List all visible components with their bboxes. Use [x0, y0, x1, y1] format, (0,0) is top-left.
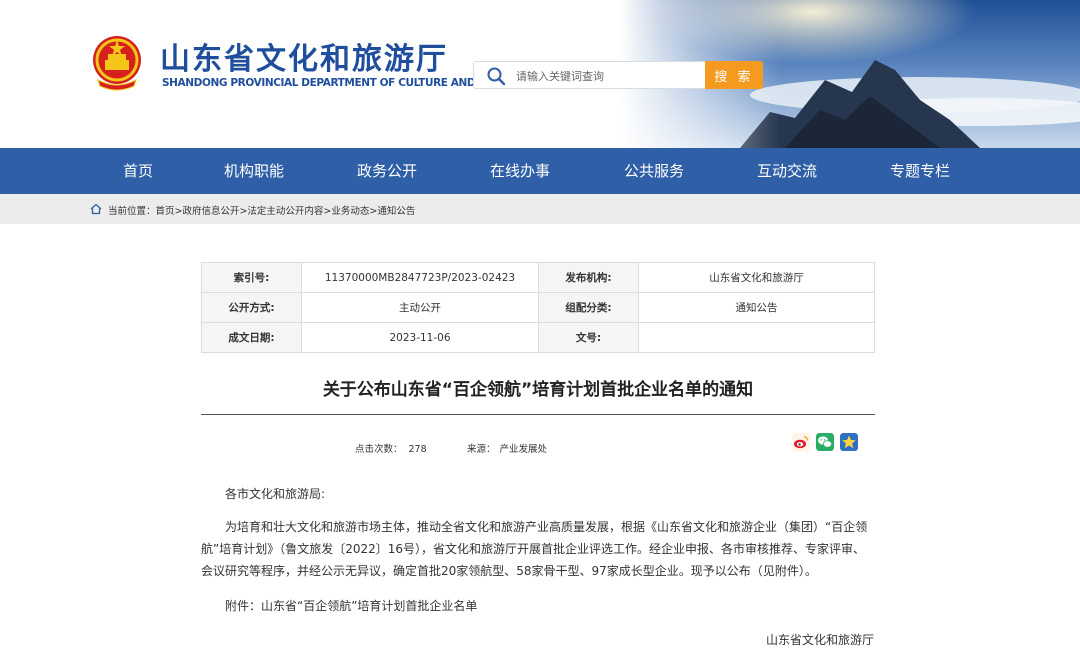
source-value: 产业发展处	[499, 444, 548, 455]
click-count: 点击次数： 278	[355, 441, 427, 455]
site-header: 山东省文化和旅游厅 SHANDONG PROVINCIAL DEPARTMENT…	[0, 0, 1080, 148]
docno-label: 文号:	[538, 322, 639, 353]
article-title: 关于公布山东省“百企领航”培育计划首批企业名单的通知	[322, 380, 754, 400]
emblem-icon	[93, 36, 141, 91]
breadcrumb: 当前位置：首页>政府信息公开>法定主动公开内容>业务动态>通知公告	[0, 194, 1080, 224]
attachment: 附件：山东省“百企领航”培育计划首批企业名单	[201, 595, 875, 617]
table-row: 索引号: 11370000MB2847723P/2023-02423 发布机构:…	[201, 262, 875, 293]
breadcrumb-text[interactable]: 当前位置：首页>政府信息公开>法定主动公开内容>业务动态>通知公告	[108, 203, 415, 217]
search-icon[interactable]	[486, 66, 506, 86]
weibo-icon[interactable]	[792, 433, 810, 451]
source-label: 来源：	[467, 444, 496, 455]
index-label: 索引号:	[201, 262, 302, 293]
publisher-label: 发布机构:	[538, 262, 639, 293]
search-input[interactable]	[516, 66, 706, 86]
favorite-icon[interactable]	[840, 433, 858, 451]
greeting-text: 各市文化和旅游局:	[225, 487, 326, 501]
nav-item-home[interactable]: 首页	[83, 148, 193, 194]
date-value: 2023-11-06	[301, 322, 539, 353]
document-info-table: 索引号: 11370000MB2847723P/2023-02423 发布机构:…	[201, 262, 875, 353]
title-divider	[201, 414, 875, 415]
wechat-icon[interactable]	[816, 433, 834, 451]
body-paragraph: 为培育和壮大文化和旅游市场主体，推动全省文化和旅游产业高质量发展，根据《山东省文…	[201, 520, 868, 578]
nav-item-online-services[interactable]: 在线办事	[465, 148, 575, 194]
source: 来源： 产业发展处	[467, 441, 547, 455]
nav-item-public-services[interactable]: 公共服务	[599, 148, 709, 194]
method-label: 公开方式:	[201, 292, 302, 323]
nav-item-interaction[interactable]: 互动交流	[732, 148, 842, 194]
date-label: 成文日期:	[201, 322, 302, 353]
table-row: 公开方式: 主动公开 组配分类: 通知公告	[201, 292, 875, 323]
category-label: 组配分类:	[538, 292, 639, 323]
nav-item-special-topics[interactable]: 专题专栏	[865, 148, 975, 194]
attachment-link[interactable]: 附件：山东省“百企领航”培育计划首批企业名单	[201, 599, 477, 613]
method-value: 主动公开	[301, 292, 539, 323]
click-count-value: 278	[408, 444, 427, 455]
nav-item-government-affairs[interactable]: 政务公开	[332, 148, 442, 194]
main-nav: 首页 机构职能 政务公开 在线办事 公共服务 互动交流 专题专栏	[0, 148, 1080, 194]
click-count-label: 点击次数：	[355, 444, 403, 455]
table-row: 成文日期: 2023-11-06 文号:	[201, 322, 875, 353]
index-value: 11370000MB2847723P/2023-02423	[301, 262, 539, 293]
home-icon	[90, 203, 102, 215]
publisher-value: 山东省文化和旅游厅	[638, 262, 875, 293]
nav-item-functions[interactable]: 机构职能	[199, 148, 309, 194]
search-button[interactable]: 搜 索	[705, 61, 763, 89]
signature: 山东省文化和旅游厅	[765, 633, 874, 647]
greeting: 各市文化和旅游局:	[201, 483, 875, 505]
site-title: 山东省文化和旅游厅	[160, 42, 448, 77]
category-value: 通知公告	[638, 292, 875, 323]
docno-value	[638, 322, 875, 353]
